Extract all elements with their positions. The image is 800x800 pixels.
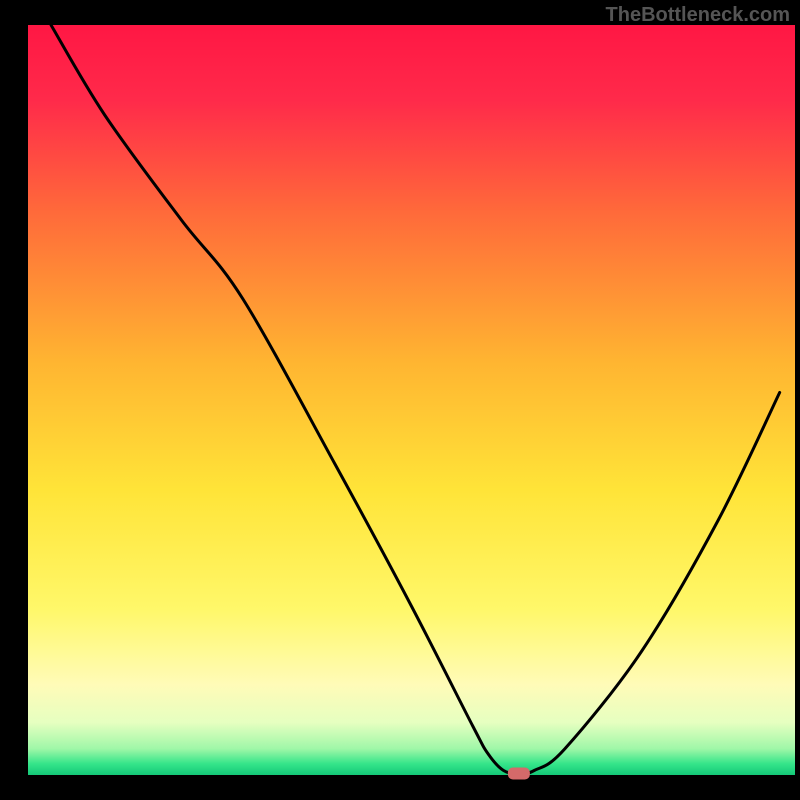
optimal-marker (508, 768, 530, 780)
watermark-label: TheBottleneck.com (606, 4, 790, 27)
bottleneck-chart (0, 0, 800, 800)
plot-background (28, 25, 795, 775)
chart-container: TheBottleneck.com (0, 0, 800, 800)
